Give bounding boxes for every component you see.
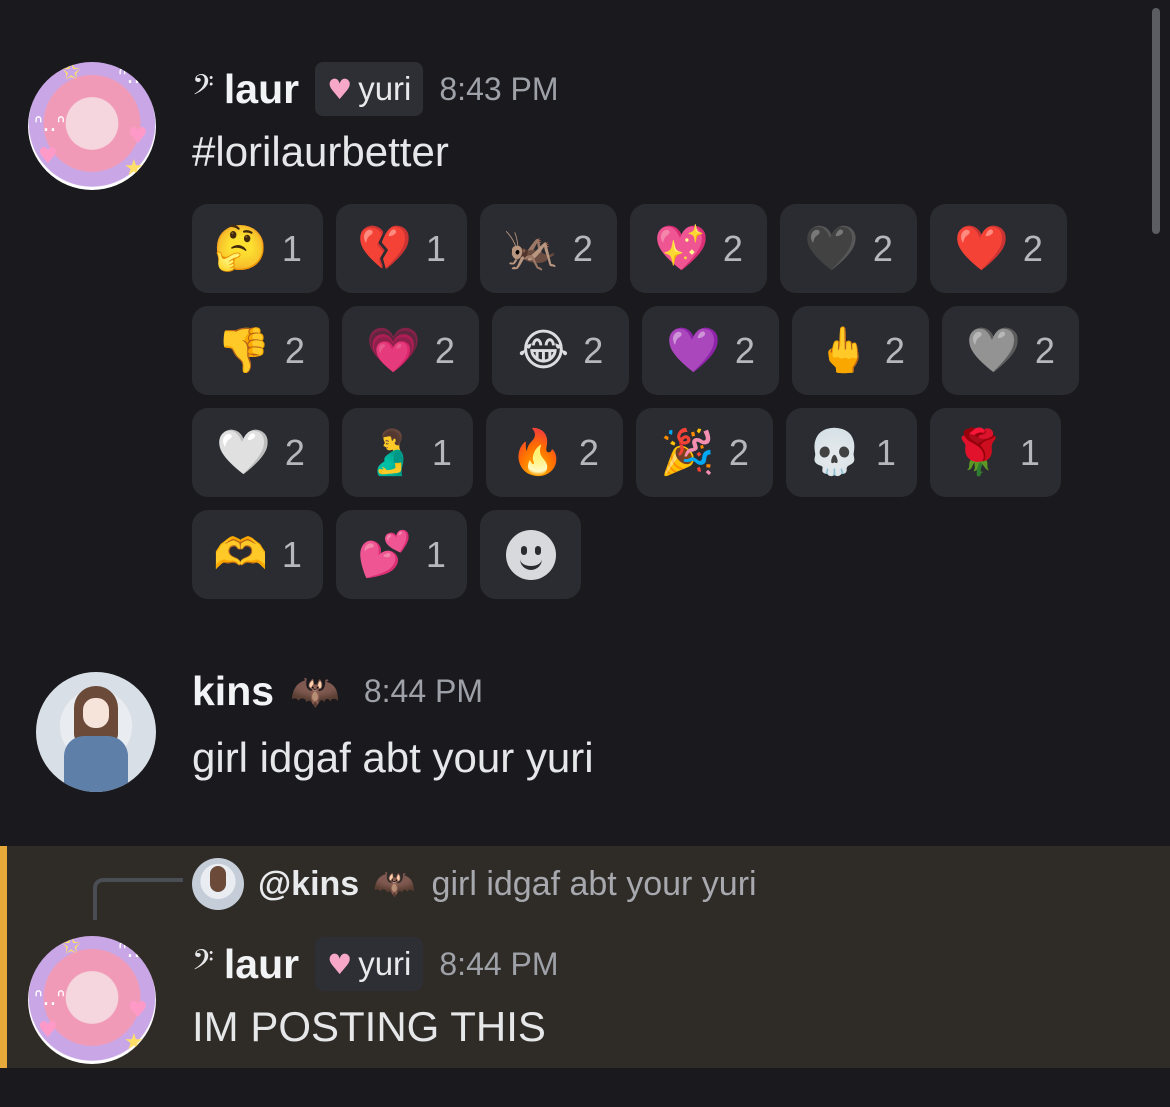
bunny-icon: ᐢ..ᐢ <box>34 986 66 1011</box>
reaction-thinking[interactable]: 🤔 1 <box>192 204 323 293</box>
timestamp: 8:44 PM <box>363 673 484 709</box>
reaction-pink-heart[interactable]: 💗 2 <box>342 306 479 395</box>
reaction-sparkling-heart[interactable]: 💖 2 <box>630 204 767 293</box>
message-header: kins 🦇 8:44 PM <box>192 668 483 715</box>
avatar[interactable]: ✩ ᐢ..ᐢ ᐢ..ᐢ ♥ ★ ♥ <box>28 62 156 190</box>
bunny-icon: ᐢ..ᐢ <box>118 64 150 89</box>
reaction-row: 🤔 1 💔 1 🦗 2 💖 2 🖤 2 ❤️ 2 <box>192 204 1092 293</box>
reaction-two-hearts[interactable]: 💕 1 <box>336 510 467 599</box>
timestamp: 8:44 PM <box>439 945 559 982</box>
username[interactable]: laur <box>224 941 299 988</box>
reaction-row: 🤍 2 🫃 1 🔥 2 🎉 2 💀 1 🌹 1 <box>192 408 1092 497</box>
bunny-icon: ᐢ..ᐢ <box>34 112 66 137</box>
star-icon: ★ <box>124 1030 144 1055</box>
message-header: 𝄢 laur ♥ yuri 8:43 PM <box>192 62 559 116</box>
reaction-white-heart[interactable]: 🤍 2 <box>192 408 329 497</box>
heart-icon: ♥ <box>38 1018 58 1043</box>
bass-clef-icon: 𝄢 <box>192 69 214 109</box>
star-icon: ✩ <box>62 936 81 959</box>
reaction-middle-finger[interactable]: 🖕 2 <box>792 306 929 395</box>
reaction-purple-heart[interactable]: 💜 2 <box>642 306 779 395</box>
role-badge[interactable]: ♥ yuri <box>315 62 424 116</box>
avatar[interactable] <box>36 672 156 792</box>
reply-preview[interactable]: @kins 🦇 girl idgaf abt your yuri <box>192 858 757 910</box>
reaction-broken-heart[interactable]: 💔 1 <box>336 204 467 293</box>
add-reaction-button[interactable] <box>480 510 581 599</box>
username[interactable]: laur <box>224 66 299 113</box>
reaction-tears-of-joy[interactable]: 😂 2 <box>492 306 629 395</box>
reaction-pregnant-man[interactable]: 🫃 1 <box>342 408 473 497</box>
scrollbar[interactable] <box>1152 8 1160 234</box>
reply-avatar <box>192 858 244 910</box>
message-content: IM POSTING THIS <box>192 1003 546 1050</box>
reply-connector <box>93 878 183 920</box>
mention-highlight-bar <box>0 846 7 1068</box>
heart-icon: ♥ <box>38 144 58 169</box>
reply-mention[interactable]: @kins <box>258 865 359 904</box>
reaction-red-heart[interactable]: ❤️ 2 <box>930 204 1067 293</box>
username[interactable]: kins <box>192 668 274 715</box>
reaction-fire[interactable]: 🔥 2 <box>486 408 623 497</box>
reaction-heart-hands[interactable]: 🫶 1 <box>192 510 323 599</box>
reaction-thumbs-down[interactable]: 👎 2 <box>192 306 329 395</box>
bat-icon: 🦇 <box>373 864 416 904</box>
pink-heart-icon: ♥ <box>327 947 353 981</box>
reaction-skull[interactable]: 💀 1 <box>786 408 917 497</box>
add-reaction-smiley-icon <box>505 529 556 580</box>
star-icon: ★ <box>124 156 144 181</box>
heart-icon: ♥ <box>128 124 148 149</box>
message-content: girl idgaf abt your yuri <box>192 734 594 781</box>
star-icon: ✩ <box>62 62 81 85</box>
reaction-black-heart[interactable]: 🖤 2 <box>780 204 917 293</box>
reply-text[interactable]: girl idgaf abt your yuri <box>432 865 757 904</box>
role-badge[interactable]: ♥ yuri <box>315 937 424 991</box>
reaction-cricket[interactable]: 🦗 2 <box>480 204 617 293</box>
reaction-rose[interactable]: 🌹 1 <box>930 408 1061 497</box>
reactions: 🤔 1 💔 1 🦗 2 💖 2 🖤 2 ❤️ 2 👎 2 💗 2 😂 2 💜 2 🖕 2 🩶 2 🤍 2 … <box>192 204 1092 612</box>
bat-icon: 🦇 <box>290 669 340 715</box>
message-content: #lorilaurbetter <box>192 128 449 175</box>
message-header: 𝄢 laur ♥ yuri 8:44 PM <box>192 937 559 991</box>
avatar[interactable]: ✩ ᐢ..ᐢ ᐢ..ᐢ ♥ ★ ♥ <box>28 936 156 1064</box>
pink-heart-icon: ♥ <box>327 72 353 106</box>
reaction-row: 🫶 1 💕 1 <box>192 510 1092 599</box>
bunny-icon: ᐢ..ᐢ <box>118 938 150 963</box>
timestamp: 8:43 PM <box>439 70 559 107</box>
heart-icon: ♥ <box>128 998 148 1023</box>
reaction-row: 👎 2 💗 2 😂 2 💜 2 🖕 2 🩶 2 <box>192 306 1092 395</box>
reaction-grey-heart[interactable]: 🩶 2 <box>942 306 1079 395</box>
bass-clef-icon: 𝄢 <box>192 944 214 984</box>
reaction-party-popper[interactable]: 🎉 2 <box>636 408 773 497</box>
